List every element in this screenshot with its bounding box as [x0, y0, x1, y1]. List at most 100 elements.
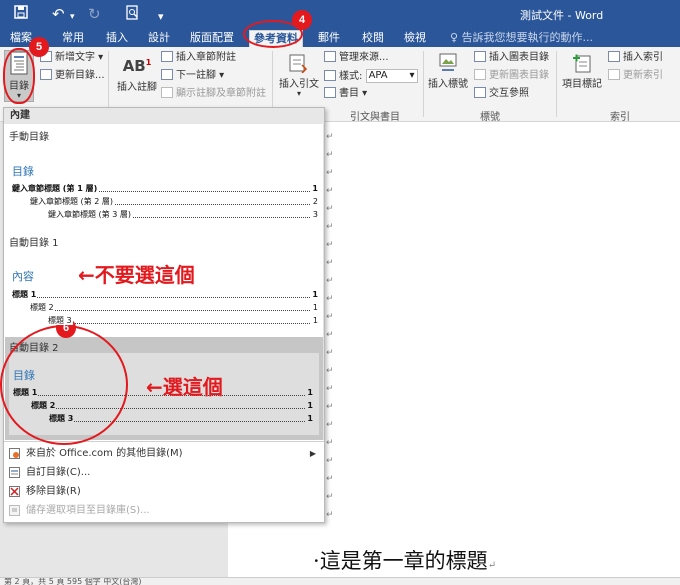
manual-toc-title: 目錄 — [12, 165, 34, 178]
insert-endnote-button[interactable]: 插入章節附註 — [161, 51, 236, 65]
manage-sources-label: 管理來源... — [339, 52, 389, 63]
update-table-button: 更新圖表目錄 — [474, 69, 549, 83]
manual-toc-label: 手動目錄 — [9, 132, 49, 143]
document-heading-text: 這是第一章的標題 — [319, 549, 488, 573]
add-text-button[interactable]: 新增文字 ▾ — [40, 51, 103, 65]
customize-qat-icon[interactable]: ▾ — [158, 8, 164, 26]
save-to-gallery-menu-item: 儲存選取項目至目錄庫(S)... — [4, 501, 324, 520]
toc-line: 鍵入章節標題 (第 3 層) 3 — [48, 210, 318, 220]
tab-layout[interactable]: 版面配置 — [186, 30, 238, 47]
tell-me-text: 告訴我您想要執行的動作... — [461, 31, 594, 44]
tab-design[interactable]: 設計 — [142, 30, 176, 47]
cross-reference-button[interactable]: 交互參照 — [474, 87, 529, 101]
manage-sources-icon — [324, 51, 336, 62]
insert-table-of-figures-label: 插入圖表目錄 — [489, 52, 549, 63]
update-table-icon — [474, 69, 486, 80]
paragraph-mark: ↵ — [326, 222, 334, 232]
paragraph-mark: ↵ — [326, 348, 334, 358]
auto-toc-1-title: 內容 — [12, 270, 34, 283]
paragraph-mark: ↵ — [326, 420, 334, 430]
add-text-label: 新增文字 — [55, 52, 95, 63]
paragraph-mark: ↵ — [326, 168, 334, 178]
paragraph-mark: ↵ — [326, 510, 334, 520]
mark-entry-label: 項目標記 — [562, 79, 602, 90]
status-text: 第 2 頁，共 5 頁 595 個字 中文(台灣) — [4, 577, 142, 585]
manage-sources-button[interactable]: 管理來源... — [324, 51, 389, 65]
undo-dropdown-icon[interactable]: ▾ — [70, 8, 75, 26]
save-to-gallery-label: 儲存選取項目至目錄庫(S)... — [26, 505, 150, 516]
auto-toc-1-label: 自動目錄 1 — [9, 238, 59, 249]
insert-table-of-figures-button[interactable]: 插入圖表目錄 — [474, 51, 549, 65]
bibliography-button[interactable]: 書目 ▾ — [324, 87, 367, 101]
insert-index-button[interactable]: 插入索引 — [608, 51, 663, 65]
paragraph-mark: ↵ — [326, 438, 334, 448]
title-bar: ↶ ▾ ↻ ▾ 測試文件 - Word — [0, 0, 680, 28]
more-tocs-label: 來自於 Office.com 的其他目錄(M) — [26, 448, 183, 459]
paragraph-mark: ↵ — [326, 132, 334, 142]
step-badge-4: 4 — [292, 10, 312, 30]
undo-icon[interactable]: ↶ — [52, 5, 65, 23]
citation-dropdown-icon: ▾ — [296, 89, 301, 98]
mark-entry-button[interactable]: 項目標記 — [558, 53, 606, 90]
show-notes-button: 顯示註腳及章節附註 — [161, 87, 266, 101]
footnote-icon: AB1 — [122, 57, 152, 75]
citation-icon — [289, 54, 308, 73]
paragraph-mark: ↵ — [326, 456, 334, 466]
tab-review[interactable]: 校閱 — [356, 30, 390, 47]
annotation-ring-toc — [3, 48, 35, 104]
more-tocs-office-menu-item[interactable]: 來自於 Office.com 的其他目錄(M) ▶ — [4, 444, 324, 463]
custom-toc-menu-item[interactable]: 自訂目錄(C)... — [4, 463, 324, 482]
group-label-index: 索引 — [610, 112, 630, 123]
tab-insert[interactable]: 插入 — [100, 30, 134, 47]
print-preview-icon[interactable] — [126, 5, 139, 24]
update-toc-label: 更新目錄... — [55, 70, 105, 81]
paragraph-mark: ↵ — [326, 294, 334, 304]
show-notes-label: 顯示註腳及章節附註 — [176, 88, 266, 99]
update-toc-icon — [40, 69, 52, 80]
ribbon-separator — [423, 51, 424, 117]
paragraph-mark: ↵ — [326, 204, 334, 214]
gallery-header: 內建 — [4, 108, 324, 124]
cross-reference-icon — [474, 87, 486, 98]
submenu-arrow-icon: ▶ — [309, 449, 316, 458]
table-of-figures-icon — [474, 51, 486, 62]
tab-view[interactable]: 檢視 — [398, 30, 432, 47]
tell-me-box[interactable]: ♀ 告訴我您想要執行的動作... — [450, 30, 593, 45]
tab-home[interactable]: 常用 — [56, 30, 90, 47]
tab-mailings[interactable]: 郵件 — [312, 30, 346, 47]
style-dropdown[interactable]: APA ▾ — [365, 69, 418, 83]
insert-endnote-label: 插入章節附註 — [176, 52, 236, 63]
annotation-select-this: ←選這個 — [146, 375, 223, 399]
style-value: APA — [368, 70, 388, 81]
insert-index-icon — [608, 51, 620, 62]
paragraph-mark: ↵ — [326, 150, 334, 160]
toc-line: 鍵入章節標題 (第 2 層) 2 — [30, 197, 318, 207]
remove-toc-menu-item[interactable]: 移除目錄(R) — [4, 482, 324, 501]
insert-footnote-button[interactable]: AB1 插入註腳 — [114, 53, 160, 93]
save-icon[interactable] — [14, 5, 28, 23]
update-index-icon — [608, 69, 620, 80]
insert-index-label: 插入索引 — [623, 52, 663, 63]
paragraph-mark: ↵ — [326, 384, 334, 394]
paragraph-mark: ↵ — [326, 402, 334, 412]
insert-caption-label: 插入標號 — [428, 79, 468, 90]
ribbon-separator — [556, 51, 557, 117]
insert-caption-button[interactable]: 插入標號 — [426, 53, 470, 90]
update-toc-button[interactable]: 更新目錄... — [40, 69, 105, 83]
paragraph-mark: ↵ — [326, 258, 334, 268]
style-control: 樣式: APA ▾ — [324, 69, 418, 84]
ribbon-tabs: 檔案 常用 插入 設計 版面配置 參考資料 郵件 校閱 檢視 ♀ 告訴我您想要執… — [0, 28, 680, 47]
insert-citation-button[interactable]: 插入引文 ▾ — [276, 53, 322, 98]
show-notes-icon — [161, 87, 173, 98]
endnote-icon — [161, 51, 173, 62]
paragraph-mark: ↵ — [326, 474, 334, 484]
paragraph-mark: ↵ — [326, 330, 334, 340]
document-heading[interactable]: ·這是第一章的標題↵ — [313, 545, 496, 575]
style-dropdown-arrow-icon: ▾ — [409, 70, 415, 81]
gallery-scrollbar[interactable] — [323, 124, 324, 440]
save-gallery-icon — [9, 505, 20, 516]
window-title: 測試文件 - Word — [520, 9, 604, 22]
next-footnote-button[interactable]: 下一註腳 ▾ — [161, 69, 224, 83]
custom-toc-icon — [9, 467, 20, 478]
paragraph-mark: ↵ — [487, 560, 497, 571]
